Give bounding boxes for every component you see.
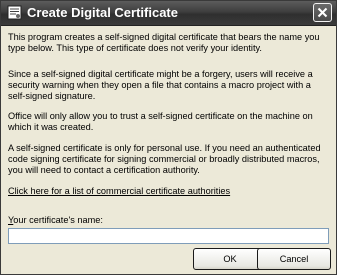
certificate-name-label-text: our certificate's name:: [13, 215, 103, 225]
create-digital-certificate-dialog: Create Digital Certificate This program …: [0, 0, 337, 275]
forgery-warning-paragraph: Since a self-signed digital certificate …: [8, 69, 313, 101]
cancel-button[interactable]: Cancel: [257, 248, 331, 270]
intro-paragraph: This program creates a self-signed digit…: [8, 32, 320, 53]
trust-paragraph: Office will only allow you to trust a se…: [8, 111, 313, 132]
personal-use-paragraph: A self-signed certificate is only for pe…: [8, 143, 321, 175]
close-button[interactable]: [313, 3, 332, 22]
certificate-name-label: Your certificate's name:: [8, 215, 103, 226]
dialog-title: Create Digital Certificate: [27, 5, 178, 20]
ok-button[interactable]: OK: [193, 248, 267, 270]
certificate-name-input[interactable]: [8, 228, 329, 244]
title-bar[interactable]: Create Digital Certificate: [1, 1, 336, 26]
certificate-icon: [7, 5, 22, 20]
certificate-authorities-link[interactable]: Click here for a list of commercial cert…: [8, 186, 230, 197]
dialog-body: This program creates a self-signed digit…: [1, 26, 336, 274]
